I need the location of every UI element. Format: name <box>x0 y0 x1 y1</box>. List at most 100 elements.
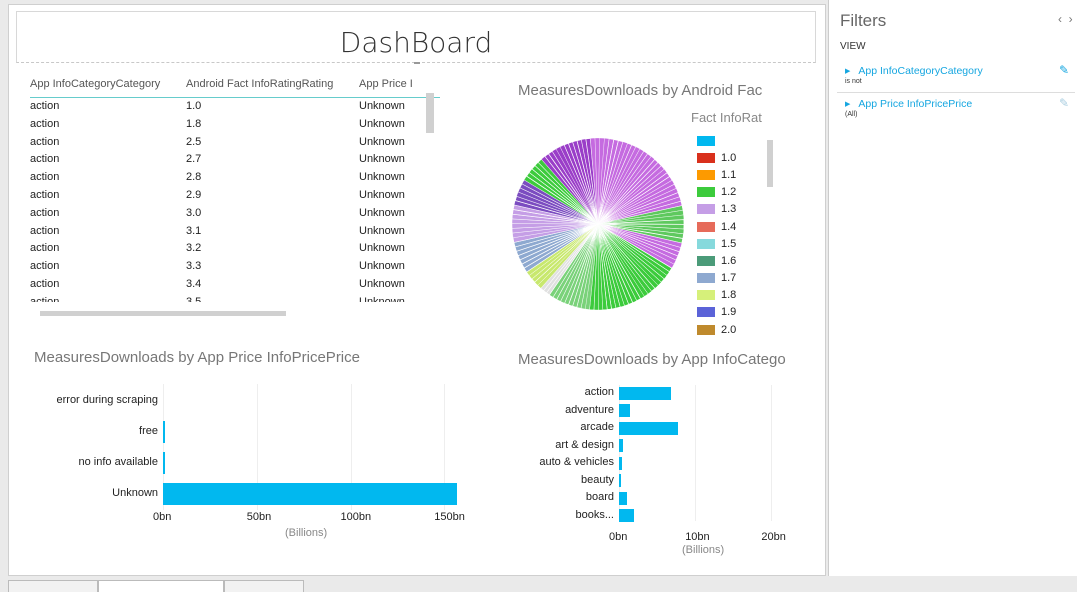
table-cell: 2.9 <box>186 188 202 201</box>
chevron-left-icon[interactable]: ‹ › <box>1058 12 1073 26</box>
bar[interactable] <box>619 456 623 470</box>
table-cell: Unknown <box>359 171 405 184</box>
pie-chart-title: MeasuresDownloads by Android Fac <box>518 82 763 99</box>
table-cell: action <box>30 295 60 302</box>
scroll-thumb[interactable] <box>767 140 773 187</box>
legend-item[interactable]: 1.9 <box>697 304 787 321</box>
table-cell: action <box>30 242 60 255</box>
column-header[interactable]: App Price I <box>359 78 421 97</box>
column-header[interactable]: App InfoCategoryCategory <box>30 78 186 97</box>
filters-view-label: VIEW <box>840 41 866 52</box>
legend-label: 1.0 <box>721 151 737 164</box>
scroll-thumb[interactable] <box>426 93 434 133</box>
filter-condition: (All) <box>845 111 858 118</box>
legend-item[interactable]: 1.6 <box>697 252 787 269</box>
category-label: no info available <box>78 456 158 468</box>
title-box[interactable]: DashBoard <box>16 11 816 64</box>
table-cell: action <box>30 117 60 130</box>
legend-item[interactable]: 1.4 <box>697 218 787 235</box>
table-row[interactable]: action 3.5 Unknown <box>30 294 440 302</box>
bar[interactable] <box>619 439 623 452</box>
pie-legend-title: Fact InfoRat <box>691 110 762 125</box>
table-cell: Unknown <box>359 153 405 166</box>
table-row[interactable]: action 3.3 Unknown <box>30 258 440 276</box>
table-row[interactable]: action 3.4 Unknown <box>30 276 440 294</box>
legend-swatch <box>697 221 715 232</box>
page-tab[interactable] <box>8 580 98 592</box>
legend-swatch <box>697 152 715 163</box>
table-cell: 3.5 <box>186 295 202 302</box>
legend-scrollbar[interactable] <box>765 130 773 325</box>
table-cell: action <box>30 135 60 148</box>
table-cell: 1.8 <box>186 117 202 130</box>
legend-item[interactable]: 1.1 <box>697 166 787 183</box>
legend-item[interactable]: 1.5 <box>697 235 787 252</box>
filter-name[interactable]: App Price InfoPricePrice <box>845 98 972 110</box>
bar[interactable] <box>163 452 165 474</box>
table-cell: Unknown <box>359 135 405 148</box>
table-cell: action <box>30 171 60 184</box>
legend-label: 2.0 <box>721 323 737 336</box>
page-tab[interactable] <box>98 580 224 592</box>
legend-item[interactable]: 2.0 <box>697 321 787 338</box>
bar[interactable] <box>619 404 630 417</box>
legend-label: 1.2 <box>721 186 737 199</box>
table-row[interactable]: action 3.2 Unknown <box>30 240 440 258</box>
table-horizontal-scrollbar[interactable] <box>30 309 420 317</box>
pie-legend: 1.0 1.1 1.2 1.3 1.4 1.5 1.6 1.7 1.8 1.9 2.0 <box>697 132 787 338</box>
resize-handle[interactable] <box>414 62 420 64</box>
legend-item[interactable]: 1.7 <box>697 270 787 287</box>
table-row[interactable]: action 1.8 Unknown <box>30 116 440 134</box>
category-label: auto & vehicles <box>539 456 614 468</box>
bar[interactable] <box>619 491 627 505</box>
filter-card-price[interactable]: App Price InfoPricePrice (All) ✎ <box>837 96 1075 126</box>
legend-swatch <box>697 169 715 180</box>
table-row[interactable]: action 2.7 Unknown <box>30 151 440 169</box>
bar[interactable] <box>619 386 671 400</box>
legend-swatch <box>697 290 715 301</box>
page-title: DashBoard <box>339 26 493 59</box>
table-cell: Unknown <box>359 188 405 201</box>
table-cell: Unknown <box>359 224 405 237</box>
filter-name[interactable]: App InfoCategoryCategory <box>845 65 982 77</box>
legend-item[interactable] <box>697 132 787 149</box>
pie-chart[interactable] <box>510 132 690 317</box>
legend-item[interactable]: 1.3 <box>697 201 787 218</box>
bar[interactable] <box>163 483 458 505</box>
bar[interactable] <box>163 421 165 443</box>
data-table: App InfoCategoryCategory Android Fact In… <box>30 78 440 318</box>
table-row[interactable]: action 2.5 Unknown <box>30 134 440 152</box>
bar[interactable] <box>619 474 621 487</box>
filter-card-category[interactable]: App InfoCategoryCategory is not ✎ <box>837 63 1075 93</box>
bar[interactable] <box>619 421 679 435</box>
table-row[interactable]: action 2.9 Unknown <box>30 187 440 205</box>
x-tick-label: 50bn <box>246 511 272 523</box>
legend-item[interactable]: 1.8 <box>697 287 787 304</box>
scroll-thumb[interactable] <box>40 311 286 316</box>
x-tick-label: 0bn <box>153 511 172 523</box>
legend-item[interactable]: 1.0 <box>697 149 787 166</box>
column-header[interactable]: Android Fact InfoRatingRating <box>186 78 359 97</box>
legend-label: 1.7 <box>721 272 737 285</box>
price-axis-unit: (Billions) <box>285 527 328 539</box>
page-tab[interactable] <box>224 580 304 592</box>
gridline <box>695 385 697 521</box>
table-cell: action <box>30 206 60 219</box>
table-cell: 2.7 <box>186 153 202 166</box>
category-label: action <box>584 386 614 398</box>
table-vertical-scrollbar[interactable] <box>426 83 434 313</box>
eraser-icon[interactable]: ✎ <box>1059 63 1069 77</box>
table-row[interactable]: action 3.0 Unknown <box>30 205 440 223</box>
eraser-icon[interactable]: ✎ <box>1059 96 1069 110</box>
bar[interactable] <box>619 509 635 522</box>
category-axis-unit: (Billions) <box>682 544 725 556</box>
category-label: adventure <box>565 403 614 416</box>
table-row[interactable]: action 1.0 Unknown <box>30 98 440 116</box>
table-cell: action <box>30 100 60 112</box>
table-row[interactable]: action 3.1 Unknown <box>30 223 440 241</box>
table-row[interactable]: action 2.8 Unknown <box>30 169 440 187</box>
legend-item[interactable]: 1.2 <box>697 184 787 201</box>
table-cell: 2.5 <box>186 135 202 148</box>
legend-swatch <box>697 187 715 198</box>
table-cell: action <box>30 277 60 290</box>
